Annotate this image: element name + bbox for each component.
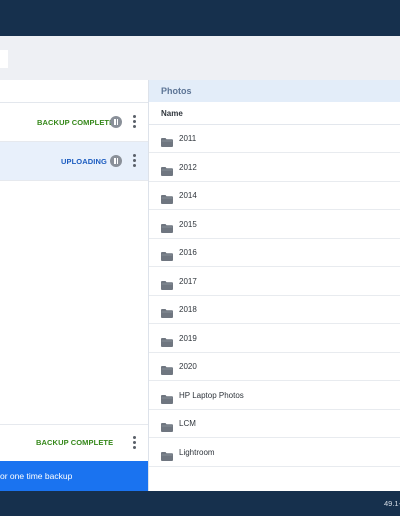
jobs-header bbox=[0, 80, 148, 103]
folder-icon bbox=[161, 134, 173, 147]
folder-name: HP Laptop Photos bbox=[179, 390, 244, 400]
folder-name: 2015 bbox=[179, 219, 197, 229]
folder-row[interactable]: 2015 bbox=[149, 210, 400, 239]
one-time-backup-button[interactable]: or one time backup bbox=[0, 461, 148, 491]
job-status: UPLOADING bbox=[61, 157, 107, 166]
folder-name: Lightroom bbox=[179, 447, 215, 457]
kebab-menu-icon[interactable] bbox=[133, 154, 137, 168]
footer-bar: 49.1- bbox=[0, 491, 400, 516]
folder-icon bbox=[161, 334, 173, 347]
name-column-label: Name bbox=[161, 109, 183, 118]
toolbar bbox=[0, 36, 400, 80]
folder-name: 2011 bbox=[179, 134, 197, 143]
folder-name: 2014 bbox=[179, 191, 197, 200]
folder-icon bbox=[161, 448, 173, 461]
folder-row[interactable]: 2019 bbox=[149, 324, 400, 353]
folder-icon bbox=[161, 248, 173, 261]
photos-pane: Photos Name 2011 2012 2014 2015 2016 2017 2018… bbox=[149, 80, 400, 491]
folder-row[interactable]: 2017 bbox=[149, 267, 400, 296]
folder-row[interactable]: 2012 bbox=[149, 153, 400, 182]
backup-job-row[interactable]: UPLOADING bbox=[0, 142, 148, 181]
folder-name: 2018 bbox=[179, 305, 197, 314]
folder-name: 2020 bbox=[179, 362, 197, 371]
folder-row[interactable]: 2014 bbox=[149, 181, 400, 210]
name-column-header[interactable]: Name bbox=[149, 102, 400, 125]
folder-row[interactable]: LCM bbox=[149, 409, 400, 438]
kebab-menu-icon[interactable] bbox=[133, 115, 137, 129]
one-time-backup-label: or one time backup bbox=[0, 471, 73, 481]
folder-name: LCM bbox=[179, 419, 196, 428]
job-status: BACKUP COMPLETE bbox=[36, 438, 114, 447]
version-label: 49.1- bbox=[384, 499, 400, 508]
toolbar-input-edge[interactable] bbox=[0, 50, 8, 68]
photos-title: Photos bbox=[161, 86, 192, 96]
pause-icon[interactable] bbox=[110, 116, 122, 128]
folder-name: 2016 bbox=[179, 248, 197, 257]
kebab-menu-icon[interactable] bbox=[133, 436, 137, 450]
folder-icon bbox=[161, 305, 173, 318]
folder-row[interactable]: HP Laptop Photos bbox=[149, 381, 400, 410]
pause-icon[interactable] bbox=[110, 155, 122, 167]
folder-row[interactable]: Lightroom bbox=[149, 438, 400, 467]
folder-name: 2017 bbox=[179, 276, 197, 286]
folder-row[interactable]: 2011 bbox=[149, 124, 400, 153]
folder-icon bbox=[161, 163, 173, 176]
top-header-bar bbox=[0, 0, 400, 36]
folder-icon bbox=[161, 277, 173, 290]
photos-breadcrumb: Photos bbox=[149, 80, 400, 102]
folder-icon bbox=[161, 220, 173, 233]
folder-icon bbox=[161, 391, 173, 404]
folder-icon bbox=[161, 191, 173, 204]
folder-name: 2012 bbox=[179, 162, 197, 172]
folder-row[interactable]: 2020 bbox=[149, 352, 400, 381]
folder-row[interactable]: 2016 bbox=[149, 238, 400, 267]
job-status: BACKUP COMPLETE bbox=[37, 118, 115, 127]
backup-job-row[interactable]: BACKUP COMPLETE bbox=[0, 103, 148, 142]
backup-job-row[interactable]: BACKUP COMPLETE bbox=[0, 424, 148, 462]
folder-icon bbox=[161, 362, 173, 375]
folder-icon bbox=[161, 419, 173, 432]
folder-name: 2019 bbox=[179, 333, 197, 343]
folder-row[interactable]: 2018 bbox=[149, 295, 400, 324]
